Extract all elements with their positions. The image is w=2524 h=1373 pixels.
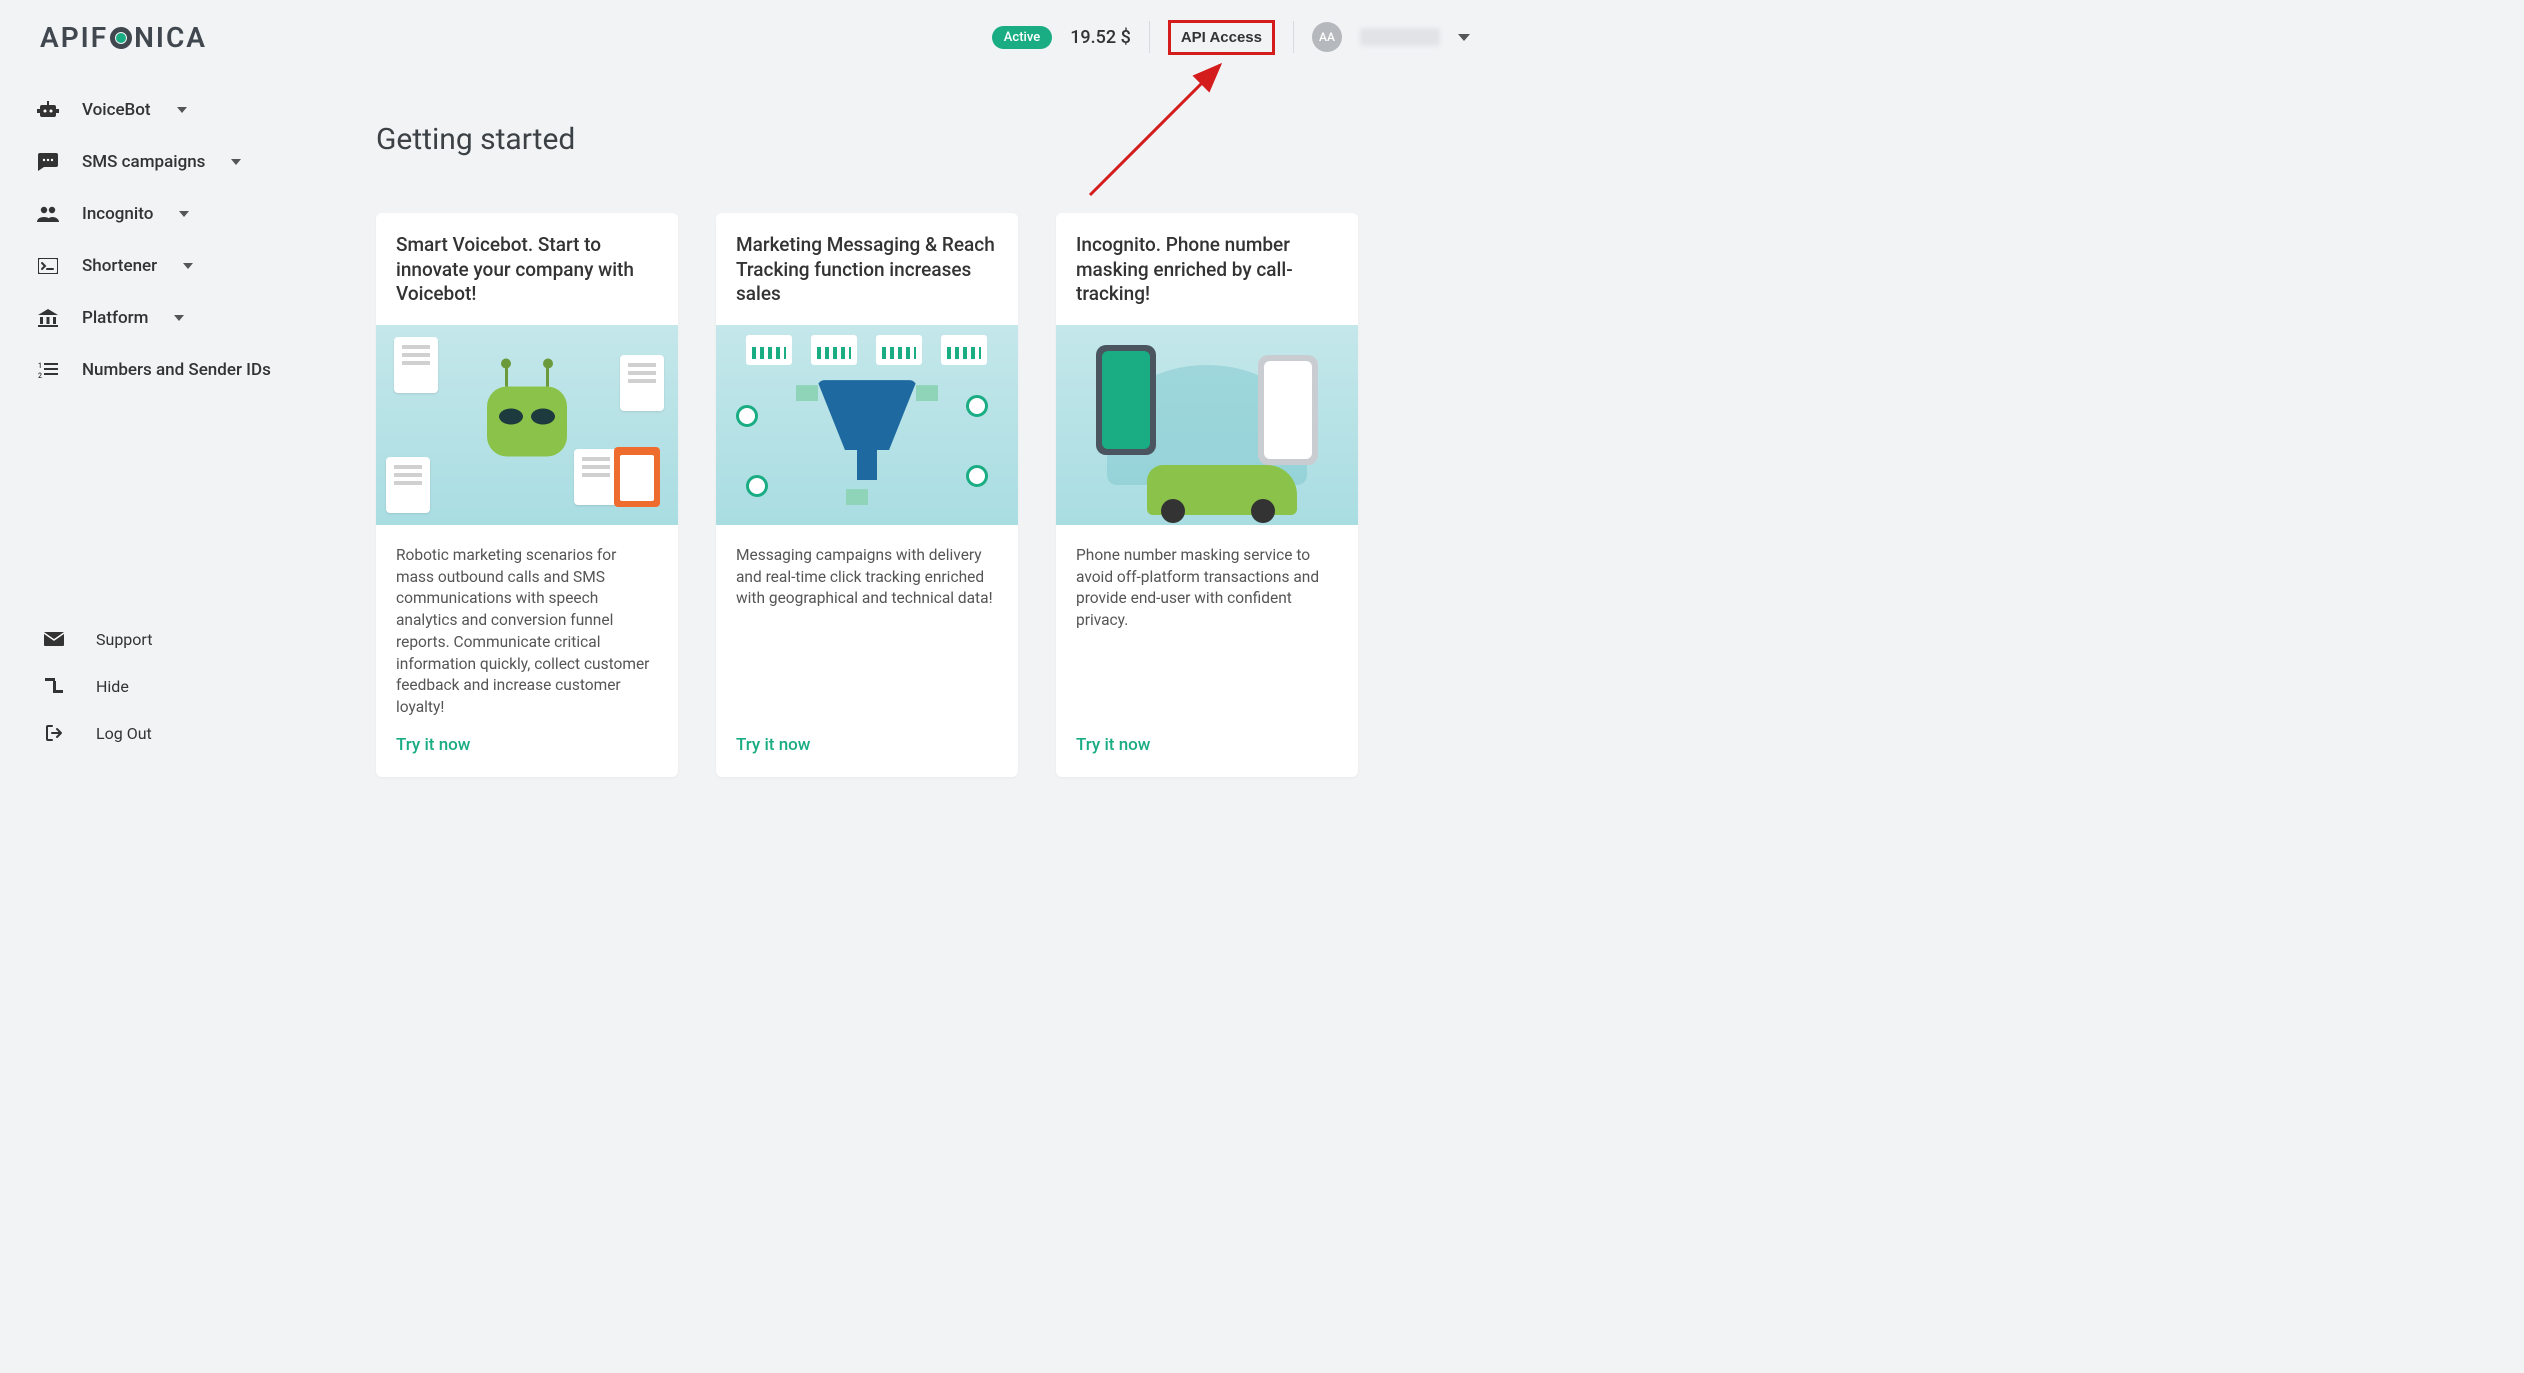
username-redacted <box>1360 28 1440 46</box>
card-description: Phone number masking service to avoid of… <box>1056 525 1358 719</box>
divider <box>1293 21 1294 53</box>
api-access-button[interactable]: API Access <box>1168 20 1275 55</box>
card-illustration-robot <box>376 325 678 525</box>
sidebar-item-label: VoiceBot <box>82 100 151 120</box>
card-voicebot: Smart Voicebot. Start to innovate your c… <box>376 213 678 777</box>
sidebar-item-incognito[interactable]: Incognito <box>36 188 340 240</box>
page-title: Getting started <box>376 122 1470 157</box>
divider <box>1149 21 1150 53</box>
card-illustration-masking <box>1056 325 1358 525</box>
sidebar-item-platform[interactable]: Platform <box>36 292 340 344</box>
list-numbered-icon: 12 <box>36 362 60 378</box>
sidebar-item-label: Shortener <box>82 256 157 276</box>
chevron-down-icon[interactable] <box>1458 34 1470 41</box>
card-description: Robotic marketing scenarios for mass out… <box>376 525 678 719</box>
status-badge: Active <box>992 26 1052 49</box>
cards-row: Smart Voicebot. Start to innovate your c… <box>376 213 1470 777</box>
logout-icon <box>42 724 66 742</box>
topbar-right: Active 19.52 $ API Access AA <box>992 20 1470 55</box>
collapse-icon <box>42 678 66 694</box>
sidebar-item-shortener[interactable]: Shortener <box>36 240 340 292</box>
brand-logo[interactable]: APIFNICA <box>40 21 207 54</box>
card-cta-link[interactable]: Try it now <box>716 719 1018 777</box>
card-messaging: Marketing Messaging & Reach Tracking fun… <box>716 213 1018 777</box>
svg-text:2: 2 <box>38 372 42 378</box>
topbar: APIFNICA Active 19.52 $ API Access AA <box>0 0 1510 62</box>
sidebar-item-label: Platform <box>82 308 148 328</box>
card-description: Messaging campaigns with delivery and re… <box>716 525 1018 719</box>
chevron-down-icon <box>183 263 193 269</box>
avatar[interactable]: AA <box>1312 22 1342 52</box>
chevron-down-icon <box>177 107 187 113</box>
sidebar-item-label: Hide <box>96 677 129 696</box>
card-incognito: Incognito. Phone number masking enriched… <box>1056 213 1358 777</box>
sidebar-item-label: Numbers and Sender IDs <box>82 360 271 380</box>
sidebar-item-support[interactable]: Support <box>36 616 340 663</box>
sidebar-item-label: SMS campaigns <box>82 152 205 172</box>
mail-icon <box>42 632 66 646</box>
terminal-icon <box>36 258 60 274</box>
sidebar-item-logout[interactable]: Log Out <box>36 710 340 757</box>
chevron-down-icon <box>231 159 241 165</box>
logo-o-icon <box>110 27 132 49</box>
chevron-down-icon <box>174 315 184 321</box>
card-title: Incognito. Phone number masking enriched… <box>1056 213 1358 325</box>
sidebar-item-numbers[interactable]: 12 Numbers and Sender IDs <box>36 344 340 396</box>
card-title: Marketing Messaging & Reach Tracking fun… <box>716 213 1018 325</box>
chevron-down-icon <box>179 211 189 217</box>
main-content: Getting started Smart Voicebot. Start to… <box>340 62 1510 777</box>
sidebar-item-label: Log Out <box>96 724 152 743</box>
sidebar: VoiceBot SMS campaigns Incognito Shorten… <box>0 62 340 777</box>
sidebar-bottom: Support Hide Log Out <box>36 616 340 777</box>
robot-icon <box>36 101 60 119</box>
sidebar-item-sms-campaigns[interactable]: SMS campaigns <box>36 136 340 188</box>
bank-icon <box>36 309 60 327</box>
card-cta-link[interactable]: Try it now <box>376 719 678 777</box>
sidebar-item-label: Incognito <box>82 204 153 224</box>
sidebar-item-hide[interactable]: Hide <box>36 663 340 710</box>
card-title: Smart Voicebot. Start to innovate your c… <box>376 213 678 325</box>
card-illustration-funnel <box>716 325 1018 525</box>
svg-text:1: 1 <box>38 362 42 370</box>
card-cta-link[interactable]: Try it now <box>1056 719 1358 777</box>
sidebar-item-label: Support <box>96 630 152 649</box>
sidebar-item-voicebot[interactable]: VoiceBot <box>36 84 340 136</box>
balance-amount: 19.52 $ <box>1070 27 1131 48</box>
chat-icon <box>36 153 60 171</box>
people-icon <box>36 206 60 222</box>
